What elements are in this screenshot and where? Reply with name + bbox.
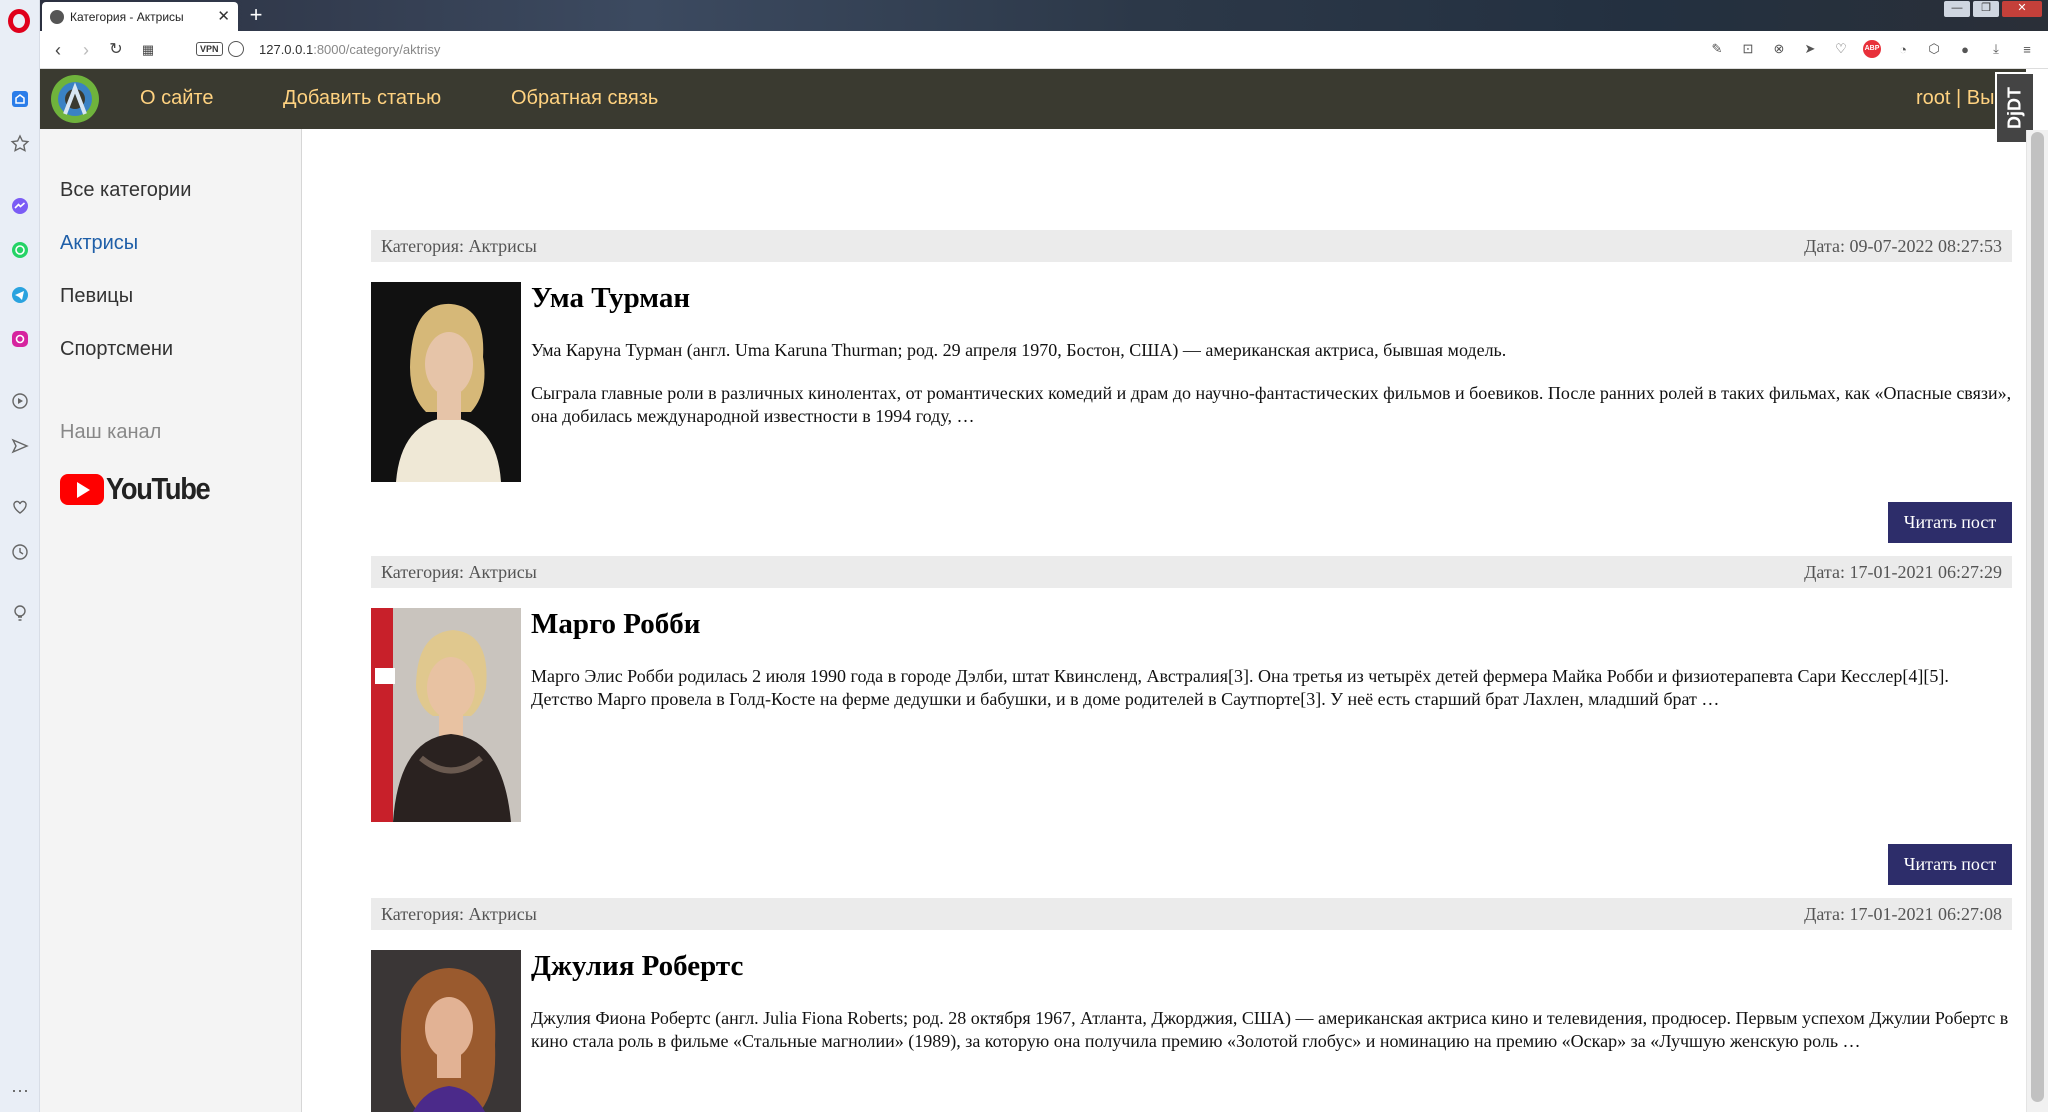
history-icon[interactable]: [9, 541, 31, 563]
post-category: Категория: Актрисы: [381, 561, 537, 582]
browser-toolbar: ✎ ⊡ ⊗ ➤ ♡ ABP ◔ ⬡ ● ⤓ ≡: [1708, 40, 2036, 58]
youtube-link[interactable]: YouTube: [60, 471, 224, 507]
post-meta: Категория: Актрисы Дата: 17-01-2021 06:2…: [371, 898, 2012, 930]
post-photo[interactable]: [371, 950, 521, 1112]
close-tab-icon[interactable]: ✕: [217, 9, 230, 24]
youtube-label: YouTube: [106, 471, 211, 506]
back-icon[interactable]: ‹: [48, 40, 68, 60]
send-icon[interactable]: [9, 435, 31, 457]
posts-list: Категория: Актрисы Дата: 09-07-2022 08:2…: [302, 129, 2026, 1112]
nav-about[interactable]: О сайте: [140, 87, 213, 110]
nav-feedback[interactable]: Обратная связь: [511, 87, 658, 110]
messenger-icon[interactable]: [9, 195, 31, 217]
post-meta: Категория: Актрисы Дата: 17-01-2021 06:2…: [371, 556, 2012, 588]
nav-add-article[interactable]: Добавить статью: [283, 87, 441, 110]
category-all[interactable]: Все категории: [60, 179, 191, 202]
category-singers[interactable]: Певицы: [60, 285, 133, 308]
new-tab-button[interactable]: +: [242, 2, 270, 30]
site-logo-icon[interactable]: [50, 74, 100, 124]
camera-icon[interactable]: ⊡: [1739, 40, 1757, 58]
post-title[interactable]: Ума Турман: [531, 282, 2012, 315]
post-body: Ума Турман Ума Каруна Турман (англ. Uma …: [371, 282, 2012, 482]
read-post-button[interactable]: Читать пост: [1888, 502, 2012, 543]
post-title[interactable]: Марго Робби: [531, 608, 2012, 641]
reload-icon[interactable]: ↻: [106, 40, 126, 60]
post-text: Ума Турман Ума Каруна Турман (англ. Uma …: [531, 282, 2012, 428]
opera-logo-icon[interactable]: [8, 9, 30, 33]
telegram-icon[interactable]: [9, 284, 31, 306]
minimize-icon[interactable]: —: [1944, 1, 1970, 17]
page-scrollbar[interactable]: [2026, 130, 2048, 1112]
category-athletes[interactable]: Спортсмени: [60, 338, 173, 361]
post-body: Марго Робби Марго Элис Робби родилась 2 …: [371, 608, 2012, 822]
cube-icon[interactable]: ⬡: [1925, 40, 1943, 58]
post-category: Категория: Актрисы: [381, 903, 537, 924]
post-date: Дата: 17-01-2021 06:27:08: [1804, 903, 2002, 924]
active-tab[interactable]: Категория - Актрисы ✕: [42, 2, 238, 31]
close-window-icon[interactable]: ✕: [2002, 1, 2042, 17]
post-photo[interactable]: [371, 608, 521, 822]
post-paragraph: Сыграла главные роли в различных кинолен…: [531, 383, 2012, 426]
youtube-play-icon: [60, 473, 104, 505]
post-date: Дата: 09-07-2022 08:27:53: [1804, 235, 2002, 256]
heart-icon[interactable]: ♡: [1832, 40, 1850, 58]
post-paragraph: Джулия Фиона Робертс (англ. Julia Fiona …: [531, 1008, 2009, 1051]
more-icon[interactable]: ⋯: [9, 1080, 31, 1102]
post-title[interactable]: Джулия Робертс: [531, 950, 2012, 983]
adblock-icon[interactable]: ABP: [1863, 40, 1881, 58]
url-field[interactable]: 127.0.0.1:8000/category/aktrisy: [259, 42, 440, 57]
channel-title: Наш канал: [60, 421, 162, 443]
category-sidebar: Все категории Актрисы Певицы Спортсмени …: [40, 129, 302, 1112]
forward-icon[interactable]: ›: [76, 40, 96, 60]
post-body: Джулия Робертс Джулия Фиона Робертс (анг…: [371, 950, 2012, 1112]
read-post-button[interactable]: Читать пост: [1888, 844, 2012, 885]
post-paragraph: Ума Каруна Турман (англ. Uma Karuna Thur…: [531, 340, 1507, 360]
lightbulb-icon[interactable]: [9, 602, 31, 624]
whatsapp-icon[interactable]: [9, 239, 31, 261]
extension-icon[interactable]: ◔: [1894, 40, 1912, 58]
speed-dial-icon[interactable]: ▦: [138, 40, 158, 60]
scroll-thumb[interactable]: [2031, 132, 2044, 1102]
star-icon[interactable]: [9, 133, 31, 155]
edit-icon[interactable]: ✎: [1708, 40, 1726, 58]
url-host: 127.0.0.1: [259, 42, 314, 57]
browser-sidebar: ⋯: [0, 0, 40, 1112]
favicon-icon: [50, 9, 64, 24]
post-card: Категория: Актрисы Дата: 17-01-2021 06:2…: [371, 556, 2012, 822]
shield-icon[interactable]: ⊗: [1770, 40, 1788, 58]
post-meta: Категория: Актрисы Дата: 09-07-2022 08:2…: [371, 230, 2012, 262]
post-category: Категория: Актрисы: [381, 235, 537, 256]
heart-icon[interactable]: [9, 496, 31, 518]
post-photo[interactable]: [371, 282, 521, 482]
url-path: :8000/category/aktrisy: [313, 42, 441, 57]
post-paragraph: Марго Элис Робби родилась 2 июля 1990 го…: [531, 666, 1949, 709]
globe-icon[interactable]: [228, 41, 244, 57]
vpn-badge[interactable]: VPN: [196, 42, 223, 56]
address-bar: ‹ › ↻ ▦ VPN 127.0.0.1:8000/category/aktr…: [40, 31, 2048, 69]
player-icon[interactable]: [9, 390, 31, 412]
post-date: Дата: 17-01-2021 06:27:29: [1804, 561, 2002, 582]
send-icon[interactable]: ➤: [1801, 40, 1819, 58]
window-controls: — ❐ ✕: [1944, 1, 2042, 17]
site-header: О сайте Добавить статью Обратная связь r…: [40, 69, 2026, 129]
profile-icon[interactable]: ●: [1956, 40, 1974, 58]
menu-icon[interactable]: ≡: [2018, 40, 2036, 58]
download-icon[interactable]: ⤓: [1987, 40, 2005, 58]
post-card: Категория: Актрисы Дата: 09-07-2022 08:2…: [371, 230, 2012, 482]
restore-icon[interactable]: ❐: [1973, 1, 1999, 17]
post-text: Джулия Робертс Джулия Фиона Робертс (анг…: [531, 950, 2012, 1053]
tab-bar: Категория - Актрисы ✕ + — ❐ ✕: [40, 0, 2048, 31]
category-actresses[interactable]: Актрисы: [60, 232, 138, 255]
instagram-icon[interactable]: [9, 328, 31, 350]
tab-title: Категория - Актрисы: [70, 9, 184, 24]
home-icon[interactable]: [9, 88, 31, 110]
post-card: Категория: Актрисы Дата: 17-01-2021 06:2…: [371, 898, 2012, 1112]
post-text: Марго Робби Марго Элис Робби родилась 2 …: [531, 608, 2012, 711]
